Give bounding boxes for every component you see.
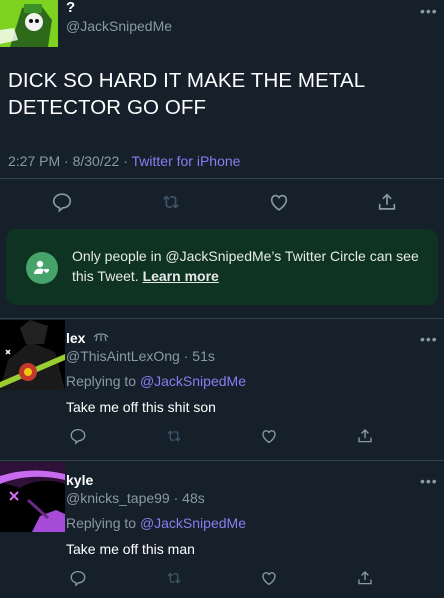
author-handle[interactable]: @JackSnipedMe xyxy=(66,17,172,35)
replying-to: Replying to @JackSnipedMe xyxy=(66,372,246,390)
like-icon[interactable] xyxy=(257,566,281,590)
reply-name-text: lex xyxy=(66,330,86,346)
reply-icon[interactable] xyxy=(50,190,74,214)
author-name[interactable]: ? xyxy=(66,0,75,16)
share-icon[interactable] xyxy=(353,566,377,590)
reply-icon[interactable] xyxy=(66,566,90,590)
like-icon[interactable] xyxy=(257,424,281,448)
replying-mention[interactable]: @JackSnipedMe xyxy=(140,373,246,389)
reply-author-handle[interactable]: @knicks_tape99 · 48s xyxy=(66,489,205,507)
reply-text: Take me off this shit son xyxy=(66,399,216,415)
tweet-text: DICK SO HARD IT MAKE THE METAL DETECTOR … xyxy=(8,69,365,119)
reply-age: 51s xyxy=(192,348,215,364)
reply-avatar[interactable] xyxy=(0,320,65,390)
like-icon[interactable] xyxy=(267,190,291,214)
tweet-time: 2:27 PM xyxy=(8,153,61,169)
more-icon[interactable]: ••• xyxy=(420,332,438,346)
replying-to: Replying to @JackSnipedMe xyxy=(66,514,246,532)
author-avatar[interactable] xyxy=(0,0,58,47)
replying-prefix: Replying to xyxy=(66,515,137,531)
reply-age: 48s xyxy=(182,490,205,506)
divider xyxy=(0,178,444,179)
more-icon[interactable]: ••• xyxy=(420,4,438,18)
reply-handle-text: @knicks_tape99 xyxy=(66,490,170,506)
share-icon[interactable] xyxy=(375,190,399,214)
reply-icon[interactable] xyxy=(66,424,90,448)
retweet-icon[interactable] xyxy=(162,566,186,590)
circle-notice-text: Only people in @JackSnipedMe’s Twitter C… xyxy=(72,246,432,286)
reply-author-name[interactable]: lex xyxy=(66,330,110,348)
tweet-meta: 2:27 PM · 8/30/22 · Twitter for iPhone xyxy=(8,153,241,169)
share-icon[interactable] xyxy=(353,424,377,448)
retweet-icon[interactable] xyxy=(162,424,186,448)
verified-hand-icon xyxy=(92,331,110,348)
twitter-circle-icon xyxy=(26,252,58,284)
more-icon[interactable]: ••• xyxy=(420,474,438,488)
replying-prefix: Replying to xyxy=(66,373,137,389)
reply-handle-text: @ThisAintLexOng xyxy=(66,348,180,364)
tweet-date: 8/30/22 xyxy=(72,153,120,169)
reply-text: Take me off this man xyxy=(66,541,195,557)
reply-avatar[interactable] xyxy=(0,462,65,532)
divider xyxy=(0,318,444,319)
reply-author-name[interactable]: kyle xyxy=(66,472,93,488)
divider xyxy=(0,460,444,461)
tweet-source[interactable]: Twitter for iPhone xyxy=(132,153,241,169)
replying-mention[interactable]: @JackSnipedMe xyxy=(140,515,246,531)
learn-more-link[interactable]: Learn more xyxy=(143,268,219,284)
retweet-icon[interactable] xyxy=(159,190,183,214)
reply-author-handle[interactable]: @ThisAintLexOng · 51s xyxy=(66,347,215,365)
twitter-circle-notice: Only people in @JackSnipedMe’s Twitter C… xyxy=(6,229,438,305)
circle-notice-message: Only people in @JackSnipedMe’s Twitter C… xyxy=(72,248,419,284)
